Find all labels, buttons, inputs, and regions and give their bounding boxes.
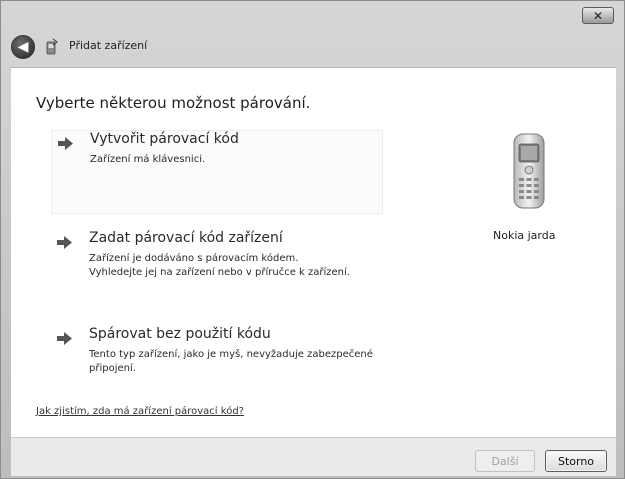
content-area: Vyberte některou možnost párování. Vytvo…	[11, 67, 616, 438]
page-heading: Vyberte některou možnost párování.	[36, 94, 311, 112]
option-create-pairing-code[interactable]: Vytvořit párovací kód Zařízení má kláves…	[51, 130, 383, 214]
option-description: Zařízení má klávesnici.	[90, 154, 206, 165]
cancel-button[interactable]: Storno	[545, 450, 607, 472]
bluetooth-device-icon	[46, 38, 58, 55]
dialog-footer: Další Storno	[11, 437, 616, 476]
pairing-code-help-link[interactable]: Jak zjistím, zda má zařízení párovací kó…	[36, 406, 244, 417]
close-icon: ✕	[592, 8, 604, 23]
option-pair-without-code[interactable]: Spárovat bez použití kódu Tento typ zaří…	[51, 326, 381, 386]
option-description: Tento typ zařízení, jako je myš, nevyžad…	[89, 349, 373, 374]
arrow-right-icon	[58, 137, 73, 150]
option-title: Zadat párovací kód zařízení	[89, 230, 283, 246]
back-button[interactable]: ◀	[11, 35, 35, 59]
option-description: Zařízení je dodáváno s párovacím kódem. …	[89, 253, 350, 278]
close-button[interactable]: ✕	[582, 7, 614, 24]
next-button[interactable]: Další	[475, 450, 535, 472]
arrow-right-icon	[57, 236, 72, 249]
add-device-dialog: ✕ ◀ Přidat zařízení Vyberte některou mož…	[0, 0, 625, 479]
option-title: Spárovat bez použití kódu	[89, 326, 271, 342]
device-name: Nokia jarda	[493, 229, 556, 242]
option-enter-device-code[interactable]: Zadat párovací kód zařízení Zařízení je …	[51, 230, 381, 290]
window-title: Přidat zařízení	[69, 39, 148, 52]
option-title: Vytvořit párovací kód	[90, 131, 239, 147]
mobile-phone-icon	[513, 133, 545, 209]
back-arrow-icon: ◀	[17, 39, 29, 55]
arrow-right-icon	[57, 332, 72, 345]
